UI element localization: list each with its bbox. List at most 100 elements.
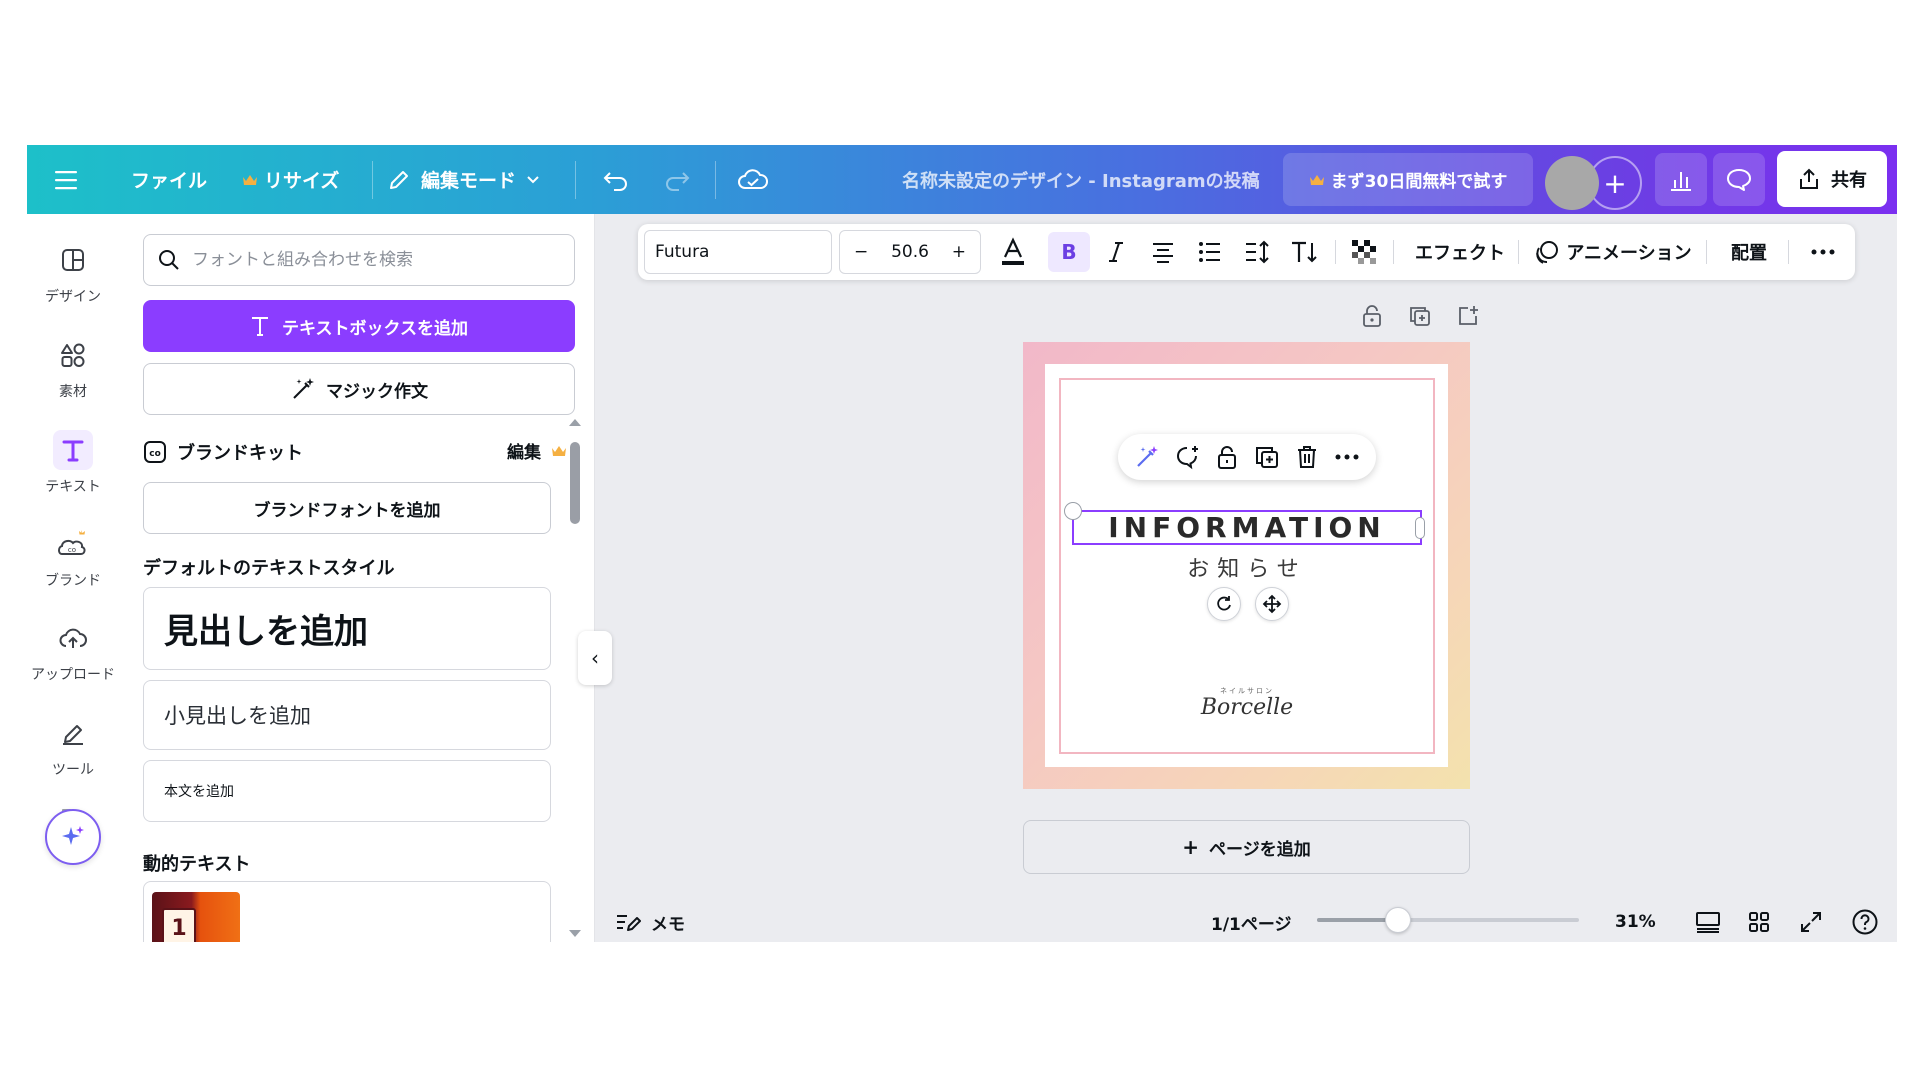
rail-item-text[interactable]: テキスト — [27, 430, 119, 496]
delete-element-button[interactable] — [1295, 444, 1319, 470]
selection-handle-side[interactable] — [1415, 517, 1425, 539]
shapes-icon — [53, 335, 93, 375]
add-page-button[interactable]: + ページを追加 — [1023, 820, 1470, 874]
rail-item-tools[interactable]: ツール — [27, 713, 119, 779]
spacing-button[interactable] — [1237, 224, 1277, 280]
comment-button[interactable] — [1175, 444, 1201, 470]
save-status-button[interactable] — [737, 145, 769, 214]
grid-view-button[interactable] — [1747, 905, 1771, 939]
redo-icon — [666, 171, 690, 191]
menu-button[interactable] — [55, 145, 79, 214]
plus-icon: + — [1182, 835, 1200, 859]
undo-button[interactable] — [602, 145, 630, 214]
divider — [1518, 240, 1519, 264]
share-button[interactable]: 共有 — [1777, 151, 1887, 207]
increase-size-button[interactable]: + — [952, 242, 966, 262]
pen-tool-icon — [53, 713, 93, 753]
page-number-glyph: 1 — [162, 908, 196, 942]
rail-item-elements[interactable]: 素材 — [27, 335, 119, 401]
magic-write-label: マジック作文 — [326, 381, 428, 402]
bold-icon: B — [1061, 240, 1077, 264]
comments-button[interactable] — [1713, 153, 1765, 206]
font-family-dropdown[interactable]: Futura — [644, 230, 832, 274]
insights-button[interactable] — [1655, 153, 1707, 206]
text-icon — [252, 317, 268, 336]
selection-box — [1072, 510, 1422, 545]
left-rail: デザイン 素材 テキスト co ブランド アップロード ツール — [27, 214, 119, 942]
rail-item-uploads[interactable]: アップロード — [27, 618, 119, 684]
effects-button[interactable]: エフェクト — [1406, 224, 1514, 280]
list-button[interactable] — [1190, 224, 1230, 280]
selection-handle-corner[interactable] — [1064, 502, 1082, 520]
add-page-quick-button[interactable] — [1453, 301, 1483, 331]
file-menu[interactable]: ファイル — [131, 145, 207, 214]
brand-kit-icon: co — [144, 441, 166, 463]
brand-name-text[interactable]: Borcelle — [1147, 695, 1347, 720]
rotate-handle[interactable] — [1207, 587, 1241, 621]
brand-kit-edit-link[interactable]: 編集 — [507, 438, 567, 463]
transparency-button[interactable] — [1344, 224, 1384, 280]
panel-scroll-thumb[interactable] — [570, 442, 580, 524]
zoom-slider-knob[interactable] — [1385, 907, 1412, 933]
zoom-slider-track[interactable] — [1317, 918, 1579, 922]
position-button[interactable]: 配置 — [1718, 224, 1780, 280]
add-subheading-card[interactable]: 小見出しを追加 — [143, 680, 551, 750]
add-textbox-label: テキストボックスを追加 — [282, 318, 468, 339]
magic-edit-button[interactable] — [1134, 444, 1160, 470]
file-menu-label: ファイル — [131, 170, 208, 192]
text-color-button[interactable] — [993, 224, 1033, 280]
edit-mode-dropdown[interactable]: 編集モード — [387, 145, 540, 214]
font-size-value[interactable]: 50.6 — [891, 242, 929, 262]
align-center-icon — [1153, 243, 1173, 263]
magic-write-button[interactable]: マジック作文 — [143, 363, 575, 415]
rail-item-design[interactable]: デザイン — [27, 240, 119, 306]
resize-button[interactable]: リサイズ — [242, 145, 339, 214]
italic-button[interactable] — [1096, 224, 1136, 280]
brand-kit-header: co ブランドキット — [143, 439, 543, 465]
notes-button[interactable]: メモ — [615, 905, 685, 939]
duplicate-page-button[interactable] — [1405, 301, 1435, 331]
font-size-stepper[interactable]: − 50.6 + — [839, 230, 981, 274]
crown-icon — [243, 175, 257, 185]
vertical-text-button[interactable] — [1284, 224, 1324, 280]
decrease-size-button[interactable]: − — [854, 242, 868, 262]
zoom-percentage[interactable]: 31% — [1615, 905, 1656, 939]
more-options-button[interactable] — [1798, 224, 1848, 280]
add-body-card[interactable]: 本文を追加 — [143, 760, 551, 822]
page-view-button[interactable] — [1695, 905, 1721, 939]
move-handle[interactable] — [1255, 587, 1289, 621]
redo-button[interactable] — [663, 145, 691, 214]
share-upload-icon — [1800, 168, 1818, 189]
lock-element-button[interactable] — [1216, 444, 1238, 470]
vertical-text-icon — [1292, 241, 1317, 263]
free-trial-button[interactable]: まず30日間無料で試す — [1283, 153, 1533, 206]
hamburger-icon — [55, 170, 77, 189]
subheadline-text[interactable]: お知らせ — [1072, 549, 1422, 585]
help-button[interactable] — [1851, 905, 1879, 939]
avatar[interactable] — [1545, 156, 1599, 210]
fullscreen-button[interactable] — [1799, 905, 1823, 939]
crown-icon — [552, 446, 566, 456]
document-title[interactable]: 名称未設定のデザイン - Instagramの投稿 — [902, 145, 1260, 214]
resize-label: リサイズ — [264, 170, 340, 192]
rail-label: テキスト — [45, 479, 101, 495]
add-heading-card[interactable]: 見出しを追加 — [143, 587, 551, 670]
align-button[interactable] — [1143, 224, 1183, 280]
more-element-options-button[interactable] — [1334, 453, 1360, 461]
animation-icon — [1536, 241, 1559, 264]
page-indicator[interactable]: 1/1ページ — [1211, 905, 1292, 939]
font-search-input[interactable] — [192, 250, 552, 270]
rail-item-brand[interactable]: co ブランド — [27, 524, 119, 590]
page-number-card[interactable]: 1 — [143, 881, 551, 942]
animation-button[interactable]: アニメーション — [1528, 224, 1698, 280]
crown-icon — [1309, 175, 1324, 185]
bold-button[interactable]: B — [1048, 232, 1090, 272]
add-brand-font-button[interactable]: ブランドフォントを追加 — [143, 482, 551, 534]
lock-page-button[interactable] — [1357, 301, 1387, 331]
edit-mode-label: 編集モード — [421, 170, 517, 192]
add-textbox-button[interactable]: テキストボックスを追加 — [143, 300, 575, 352]
duplicate-element-button[interactable] — [1254, 444, 1280, 470]
magic-assistant-button[interactable] — [45, 809, 101, 865]
collapse-panel-button[interactable]: ‹ — [578, 631, 612, 685]
font-search[interactable] — [143, 234, 575, 286]
